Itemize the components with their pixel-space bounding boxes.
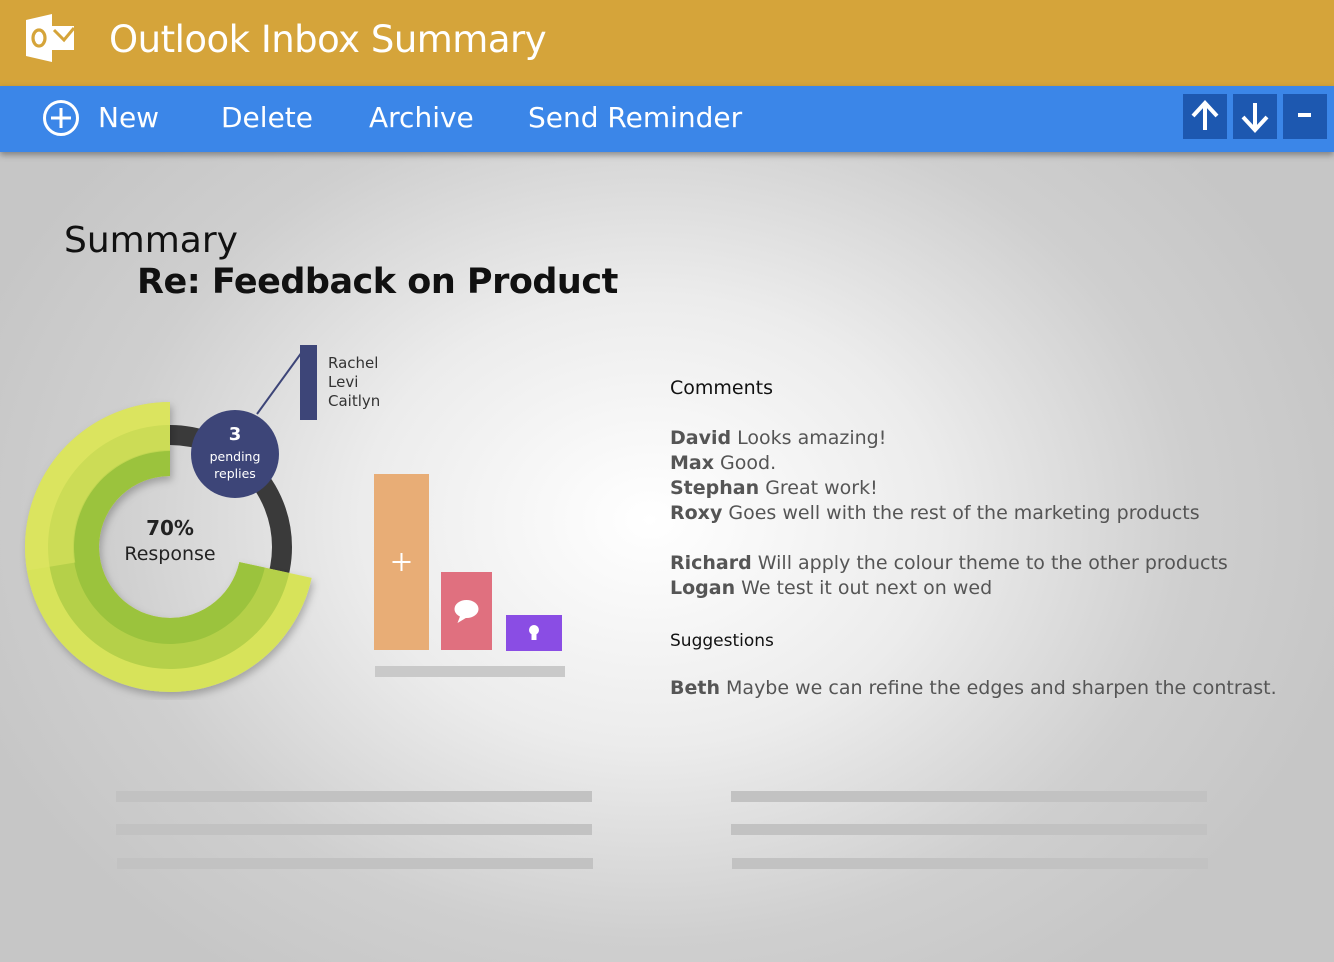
archive-button[interactable]: Archive [369, 101, 474, 134]
placeholder-line [731, 791, 1207, 802]
comment-text: Looks amazing! [737, 427, 887, 449]
move-down-button[interactable] [1233, 94, 1277, 139]
comment-author: Stephan [670, 477, 760, 499]
pending-count: 3 [228, 424, 242, 445]
suggestion-author: Beth [670, 677, 720, 699]
response-percent: 70% [146, 516, 194, 540]
placeholder-line [732, 858, 1208, 869]
email-subject: Re: Feedback on Product [137, 262, 618, 302]
plus-circle-icon[interactable] [42, 99, 80, 137]
pending-name: Levi [328, 373, 359, 391]
comment-item: Roxy Goes well with the rest of the mark… [670, 502, 1200, 524]
new-button[interactable]: New [98, 101, 159, 134]
pending-name: Rachel [328, 354, 379, 372]
comment-text: Will apply the colour theme to the other… [757, 552, 1228, 574]
bar-baseline [375, 666, 565, 677]
pending-label-line1: pending [209, 449, 261, 464]
comment-author: Logan [670, 577, 736, 599]
pending-leader-line [256, 351, 303, 415]
comment-author: Richard [670, 552, 752, 574]
lightbulb-base [531, 634, 537, 640]
minimize-icon [1298, 113, 1311, 117]
comment-item: Stephan Great work! [670, 477, 878, 499]
placeholder-line [117, 858, 593, 869]
comment-item: Max Good. [670, 452, 776, 474]
lightbulb-icon [529, 625, 539, 635]
response-label: Response [124, 543, 216, 565]
delete-button[interactable]: Delete [221, 101, 313, 134]
comments-heading: Comments [670, 377, 773, 399]
response-chart [25, 345, 565, 693]
comment-text: We test it out next on wed [741, 577, 993, 599]
summary-heading: Summary [64, 220, 238, 261]
arrow-down-icon [1241, 103, 1269, 133]
comment-author: David [670, 427, 732, 449]
placeholder-line [731, 824, 1207, 835]
title-bar: Outlook Inbox Summary [0, 0, 1334, 86]
arrow-up-icon [1191, 100, 1219, 130]
comment-text: Good. [720, 452, 777, 474]
app-title: Outlook Inbox Summary [109, 18, 547, 61]
minimize-button[interactable] [1283, 94, 1327, 139]
pending-names-bar [300, 345, 317, 420]
comment-author: Roxy [670, 502, 723, 524]
comment-item: Richard Will apply the colour theme to t… [670, 552, 1228, 574]
speech-bubble-icon [454, 600, 479, 618]
comment-author: Max [670, 452, 714, 474]
suggestion-text: Maybe we can refine the edges and sharpe… [726, 677, 1277, 699]
suggestion-item: Beth Maybe we can refine the edges and s… [670, 677, 1277, 699]
comment-item: David Looks amazing! [670, 427, 886, 449]
outlook-logo-icon [26, 14, 76, 62]
pending-name: Caitlyn [328, 392, 381, 410]
suggestions-heading: Suggestions [670, 631, 774, 651]
move-up-button[interactable] [1183, 94, 1227, 139]
comment-text: Great work! [765, 477, 878, 499]
pending-label: pending replies [191, 448, 279, 482]
placeholder-line [116, 824, 592, 835]
comment-text: Goes well with the rest of the marketing… [728, 502, 1200, 524]
placeholder-line [116, 791, 592, 802]
pending-names-list: Rachel Levi Caitlyn [328, 354, 380, 411]
send-reminder-button[interactable]: Send Reminder [528, 101, 742, 134]
comment-item: Logan We test it out next on wed [670, 577, 992, 599]
pending-label-line2: replies [214, 466, 256, 481]
